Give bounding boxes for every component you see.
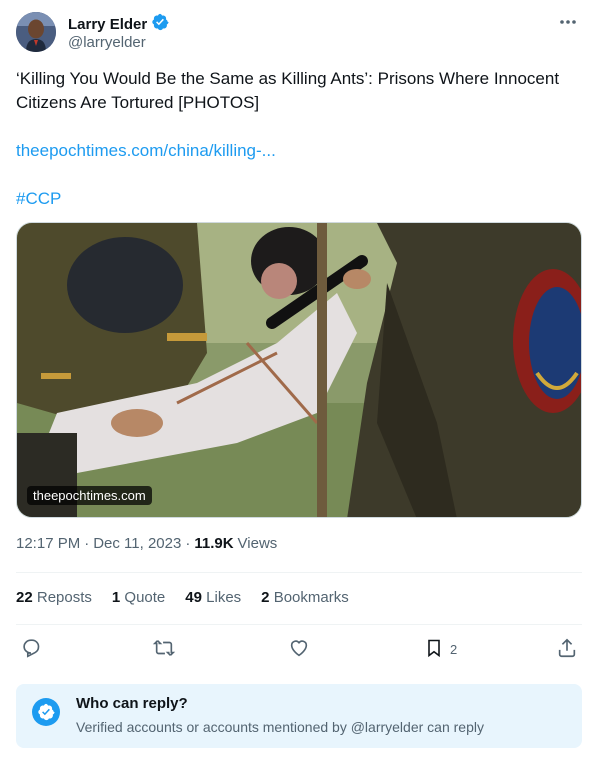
repost-icon [152, 637, 176, 662]
check-badge-icon [32, 698, 60, 726]
author-handle[interactable]: @larryelder [68, 34, 146, 51]
hashtag-link[interactable]: #CCP [16, 187, 61, 211]
bookmarks-label: Bookmarks [273, 589, 349, 606]
verified-badge-icon [151, 13, 169, 36]
reply-restriction-subtitle: Verified accounts or accounts mentioned … [76, 719, 484, 735]
share-button[interactable] [556, 636, 578, 662]
meta-separator: · [84, 535, 90, 552]
tweet-meta: 12:17 PM · Dec 11, 2023 · 11.9K Views [16, 535, 277, 552]
tweet-date[interactable]: Dec 11, 2023 [93, 535, 181, 552]
tweet-card: Larry Elder @larryelder ‘Killing You Wou… [0, 0, 598, 765]
avatar[interactable] [16, 12, 56, 52]
bookmarks-stat[interactable]: 2 Bookmarks [261, 589, 349, 606]
reposts-stat[interactable]: 22 Reposts [16, 589, 92, 606]
engagement-stats: 22 Reposts 1 Quote 49 Likes 2 Bookmarks [16, 589, 349, 606]
divider [16, 624, 582, 625]
tweet-photo[interactable]: theepochtimes.com [16, 222, 582, 518]
article-link[interactable]: theepochtimes.com/china/killing-... [16, 139, 276, 163]
meta-separator: · [185, 535, 191, 552]
share-icon [556, 637, 578, 662]
action-bar: 2 [16, 636, 582, 662]
repost-button[interactable] [152, 636, 176, 662]
bookmark-count: 2 [450, 641, 458, 657]
tweet-text: ‘Killing You Would Be the Same as Killin… [16, 69, 560, 112]
reply-restriction-title: Who can reply? [76, 695, 188, 712]
author-name-row: Larry Elder [68, 13, 169, 36]
bookmark-icon [424, 637, 444, 662]
quotes-stat[interactable]: 1 Quote [112, 589, 165, 606]
reply-restriction-box: Who can reply? Verified accounts or acco… [16, 684, 582, 748]
tweet-time[interactable]: 12:17 PM [16, 535, 80, 552]
like-icon [288, 637, 310, 662]
quotes-label: Quote [124, 589, 166, 606]
likes-label: Likes [206, 589, 242, 606]
more-icon[interactable] [556, 12, 580, 32]
like-button[interactable] [288, 636, 310, 662]
reply-icon [20, 637, 42, 662]
reply-button[interactable] [20, 636, 42, 662]
divider [16, 572, 582, 573]
reposts-label: Reposts [36, 589, 92, 606]
reposts-count: 22 [16, 589, 33, 606]
views-label: Views [237, 535, 278, 552]
bookmark-button[interactable]: 2 [424, 636, 457, 662]
views-count: 11.9K [194, 535, 234, 552]
likes-stat[interactable]: 49 Likes [185, 589, 241, 606]
media-source-badge: theepochtimes.com [27, 486, 152, 505]
quotes-count: 1 [111, 589, 121, 606]
author-display-name[interactable]: Larry Elder [68, 16, 147, 33]
likes-count: 49 [185, 589, 202, 606]
bookmarks-count: 2 [261, 589, 270, 606]
